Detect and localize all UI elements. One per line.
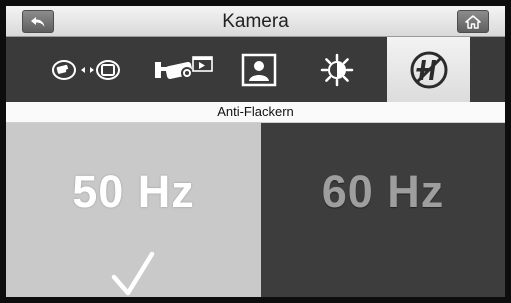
camera-record-icon bbox=[155, 55, 213, 79]
home-button[interactable] bbox=[457, 10, 489, 33]
option-50hz[interactable]: 50 Hz bbox=[6, 123, 261, 297]
camera-to-screen-icon bbox=[52, 59, 120, 80]
camera-recording-button[interactable] bbox=[144, 37, 224, 102]
screen: Kamera Anti-Flackern 50 Hz 60 Hz bbox=[6, 6, 505, 297]
anti-flicker-icon bbox=[410, 51, 447, 88]
title-bar: Kamera bbox=[6, 6, 505, 37]
option-60hz-label: 60 Hz bbox=[321, 166, 445, 217]
display-settings-button[interactable] bbox=[228, 37, 290, 102]
anti-flicker-button[interactable] bbox=[387, 37, 470, 102]
option-50hz-label: 50 Hz bbox=[72, 166, 195, 217]
home-icon bbox=[465, 14, 481, 29]
checkmark-icon bbox=[111, 251, 155, 296]
section-label: Anti-Flackern bbox=[6, 102, 505, 123]
brightness-button[interactable] bbox=[306, 37, 368, 102]
device-frame: Kamera Anti-Flackern 50 Hz 60 Hz bbox=[0, 0, 511, 303]
option-60hz[interactable]: 60 Hz bbox=[261, 123, 505, 297]
settings-toolbar bbox=[6, 37, 505, 102]
page-title: Kamera bbox=[222, 11, 289, 32]
brightness-icon bbox=[320, 53, 354, 86]
camera-pairing-button[interactable] bbox=[44, 37, 136, 102]
portrait-icon bbox=[241, 53, 277, 86]
